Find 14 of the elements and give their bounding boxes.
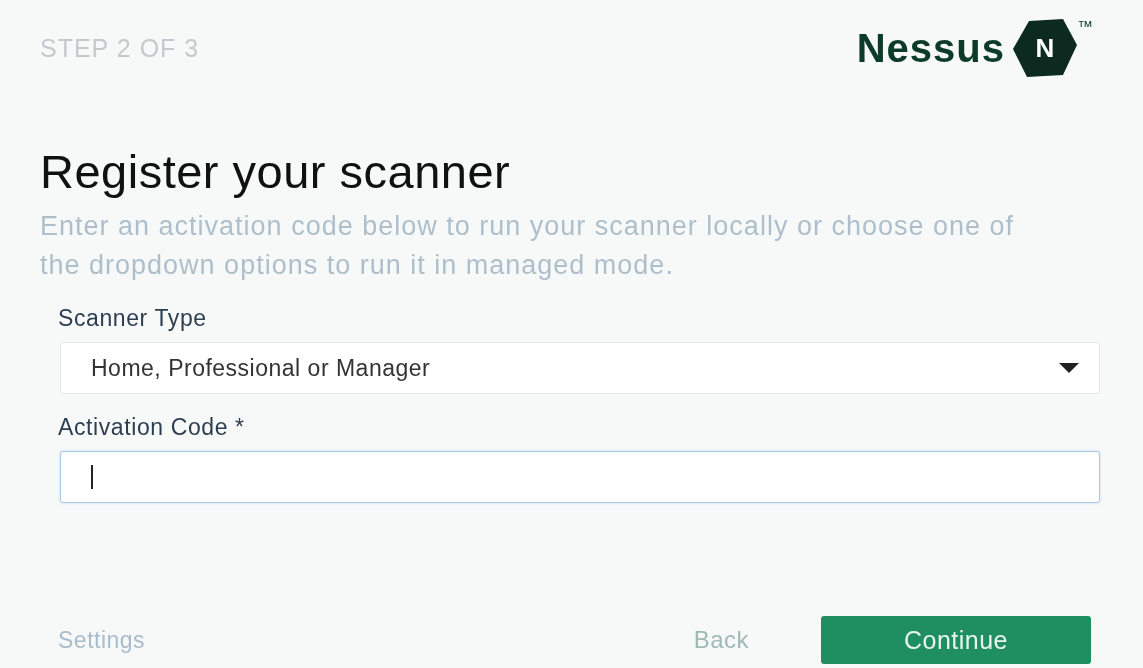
logo-name: Nessus <box>856 25 1005 71</box>
logo-mark: N <box>1013 19 1077 77</box>
back-link[interactable]: Back <box>693 626 749 654</box>
field-label: Scanner Type <box>58 305 208 332</box>
field-label: Activation Code * <box>58 414 246 441</box>
settings-link[interactable]: Settings <box>58 626 146 654</box>
caret-icon <box>1059 363 1079 373</box>
scanner-type-select[interactable]: Home, Professional or Manager <box>60 342 1100 394</box>
text-cursor <box>91 465 93 489</box>
page-title: Register your scanner <box>40 144 512 199</box>
trademark-sign: ™ <box>1077 19 1093 35</box>
description: Enter an activation code below to run your scanner locally or choose one of the dropdown options to run it in managed mode. <box>40 210 1016 282</box>
input-field[interactable] <box>60 451 1100 503</box>
continue-button[interactable]: Continue <box>821 616 1091 664</box>
